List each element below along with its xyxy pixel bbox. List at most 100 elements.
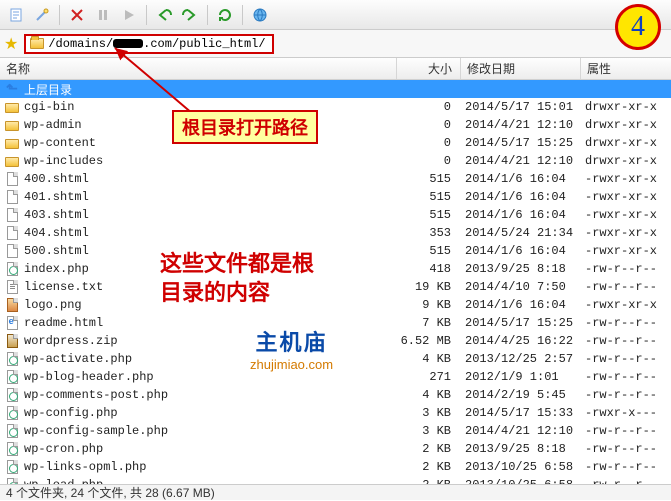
file-attr: drwxr-xr-x <box>579 136 669 150</box>
address-text: /domains/.com/public_html/ <box>48 37 265 51</box>
file-date: 2014/1/6 16:04 <box>459 190 579 204</box>
back-icon[interactable] <box>152 3 176 27</box>
table-row[interactable]: wp-blog-header.php2712012/1/9 1:01-rw-r-… <box>0 368 671 386</box>
table-row[interactable]: wp-cron.php2 KB2013/9/25 8:18-rw-r--r-- <box>0 440 671 458</box>
cancel-icon[interactable] <box>65 3 89 27</box>
table-row[interactable]: logo.png9 KB2014/1/6 16:04-rwxr-xr-x <box>0 296 671 314</box>
txt-icon <box>4 279 20 295</box>
globe-icon[interactable] <box>248 3 272 27</box>
file-size: 515 <box>395 190 459 204</box>
pause-icon[interactable] <box>91 3 115 27</box>
file-attr: -rw-r--r-- <box>579 262 669 276</box>
file-attr: -rwxr-xr-x <box>579 208 669 222</box>
file-size: 2 KB <box>395 460 459 474</box>
file-size: 3 KB <box>395 406 459 420</box>
file-attr: -rw-r--r-- <box>579 370 669 384</box>
file-size: 515 <box>395 172 459 186</box>
php-icon <box>4 423 20 439</box>
file-date: 2014/1/6 16:04 <box>459 172 579 186</box>
file-attr: -rwxr-x--- <box>579 406 669 420</box>
table-row[interactable]: wp-links-opml.php 2 KB2013/10/25 6:58-rw-… <box>0 458 671 476</box>
table-row[interactable]: wp-content 02014/5/17 15:25drwxr-xr-x <box>0 134 671 152</box>
table-row[interactable]: 401.shtml5152014/1/6 16:04-rwxr-xr-x <box>0 188 671 206</box>
col-attr[interactable]: 属性 <box>581 58 671 79</box>
php-icon <box>4 369 20 385</box>
php-icon <box>4 477 20 484</box>
table-row[interactable]: wp-config.php3 KB2014/5/17 15:33-rwxr-x-… <box>0 404 671 422</box>
file-attr: -rw-r--r-- <box>579 442 669 456</box>
table-row[interactable]: license.txt19 KB2014/4/10 7:50-rw-r--r-- <box>0 278 671 296</box>
file-size: 353 <box>395 226 459 240</box>
file-name: wp-links-opml.php <box>24 460 146 474</box>
file-icon <box>4 243 20 259</box>
forward-icon[interactable] <box>178 3 202 27</box>
file-name: license.txt <box>24 280 103 294</box>
html-icon <box>4 315 20 331</box>
file-date: 2014/4/21 12:10 <box>459 154 579 168</box>
file-size: 418 <box>395 262 459 276</box>
file-size: 4 KB <box>395 352 459 366</box>
table-row[interactable]: 403.shtml5152014/1/6 16:04-rwxr-xr-x <box>0 206 671 224</box>
file-name: wp-comments-post.php <box>24 388 168 402</box>
table-row[interactable]: wordpress.zip6.52 MB2014/4/25 16:22-rw-r… <box>0 332 671 350</box>
file-attr: -rw-r--r-- <box>579 280 669 294</box>
file-attr: -rw-r--r-- <box>579 460 669 474</box>
file-size: 0 <box>395 136 459 150</box>
table-row[interactable]: cgi-bin 02014/5/17 15:01drwxr-xr-x <box>0 98 671 116</box>
file-name: cgi-bin <box>24 100 74 114</box>
step-badge: 4 <box>615 4 661 50</box>
table-row[interactable]: wp-config-sample.php3 KB2014/4/21 12:10-… <box>0 422 671 440</box>
table-row[interactable]: 400.shtml5152014/1/6 16:04-rwxr-xr-x <box>0 170 671 188</box>
file-date: 2014/5/17 15:25 <box>459 136 579 150</box>
file-size: 0 <box>395 100 459 114</box>
file-date: 2014/1/6 16:04 <box>459 208 579 222</box>
file-list[interactable]: 上层目录cgi-bin02014/5/17 15:01drwxr-xr-xwp-… <box>0 80 671 484</box>
table-row[interactable]: index.php4182013/9/25 8:18-rw-r--r-- <box>0 260 671 278</box>
play-icon[interactable] <box>117 3 141 27</box>
file-name: readme.html <box>24 316 103 330</box>
favorite-icon[interactable]: ★ <box>4 34 18 54</box>
table-row[interactable]: wp-load.php2 KB2013/10/25 6:58-rw-r--r-- <box>0 476 671 484</box>
folder-icon <box>4 153 20 169</box>
zip-icon <box>4 333 20 349</box>
refresh-icon[interactable] <box>213 3 237 27</box>
document-icon[interactable] <box>4 3 28 27</box>
file-size: 271 <box>395 370 459 384</box>
table-row[interactable]: 500.shtml5152014/1/6 16:04-rwxr-xr-x <box>0 242 671 260</box>
col-name[interactable]: 名称 <box>0 58 397 79</box>
table-row[interactable]: wp-comments-post.php4 KB2014/2/19 5:45-r… <box>0 386 671 404</box>
table-row[interactable]: wp-admin02014/4/21 12:10drwxr-xr-x <box>0 116 671 134</box>
table-row[interactable]: 上层目录 <box>0 80 671 98</box>
column-header: 名称 大小 修改日期 属性 <box>0 58 671 80</box>
table-row[interactable]: readme.html7 KB2014/5/17 15:25-rw-r--r-- <box>0 314 671 332</box>
status-bar: 4 个文件夹, 24 个文件, 共 28 (6.67 MB) <box>0 484 671 500</box>
file-date: 2014/4/21 12:10 <box>459 118 579 132</box>
file-size: 0 <box>395 118 459 132</box>
table-row[interactable]: wp-activate.php4 KB2013/12/25 2:57-rw-r-… <box>0 350 671 368</box>
file-attr: drwxr-xr-x <box>579 100 669 114</box>
address-input[interactable]: /domains/.com/public_html/ <box>24 34 274 54</box>
table-row[interactable]: wp-includes02014/4/21 12:10drwxr-xr-x <box>0 152 671 170</box>
file-name: wp-includes <box>24 154 103 168</box>
file-name: wp-content <box>24 136 96 150</box>
file-date: 2014/5/17 15:01 <box>459 100 579 114</box>
file-name: wp-activate.php <box>24 352 132 366</box>
file-name: wp-config-sample.php <box>24 424 168 438</box>
file-name: wp-cron.php <box>24 442 103 456</box>
file-name: wordpress.zip <box>24 334 118 348</box>
table-row[interactable]: 404.shtml3532014/5/24 21:34-rwxr-xr-x <box>0 224 671 242</box>
col-size[interactable]: 大小 <box>397 58 461 79</box>
up-icon <box>4 81 20 97</box>
file-size: 7 KB <box>395 316 459 330</box>
file-attr: -rw-r--r-- <box>579 316 669 330</box>
file-attr: drwxr-xr-x <box>579 154 669 168</box>
file-name: wp-admin <box>24 118 82 132</box>
file-size: 2 KB <box>395 442 459 456</box>
file-attr: -rwxr-xr-x <box>579 226 669 240</box>
file-date: 2014/4/10 7:50 <box>459 280 579 294</box>
col-date[interactable]: 修改日期 <box>461 58 581 79</box>
address-bar: ★ /domains/.com/public_html/ <box>0 30 671 58</box>
wand-icon[interactable] <box>30 3 54 27</box>
file-name: 400.shtml <box>24 172 89 186</box>
file-date: 2013/10/25 6:58 <box>459 460 579 474</box>
